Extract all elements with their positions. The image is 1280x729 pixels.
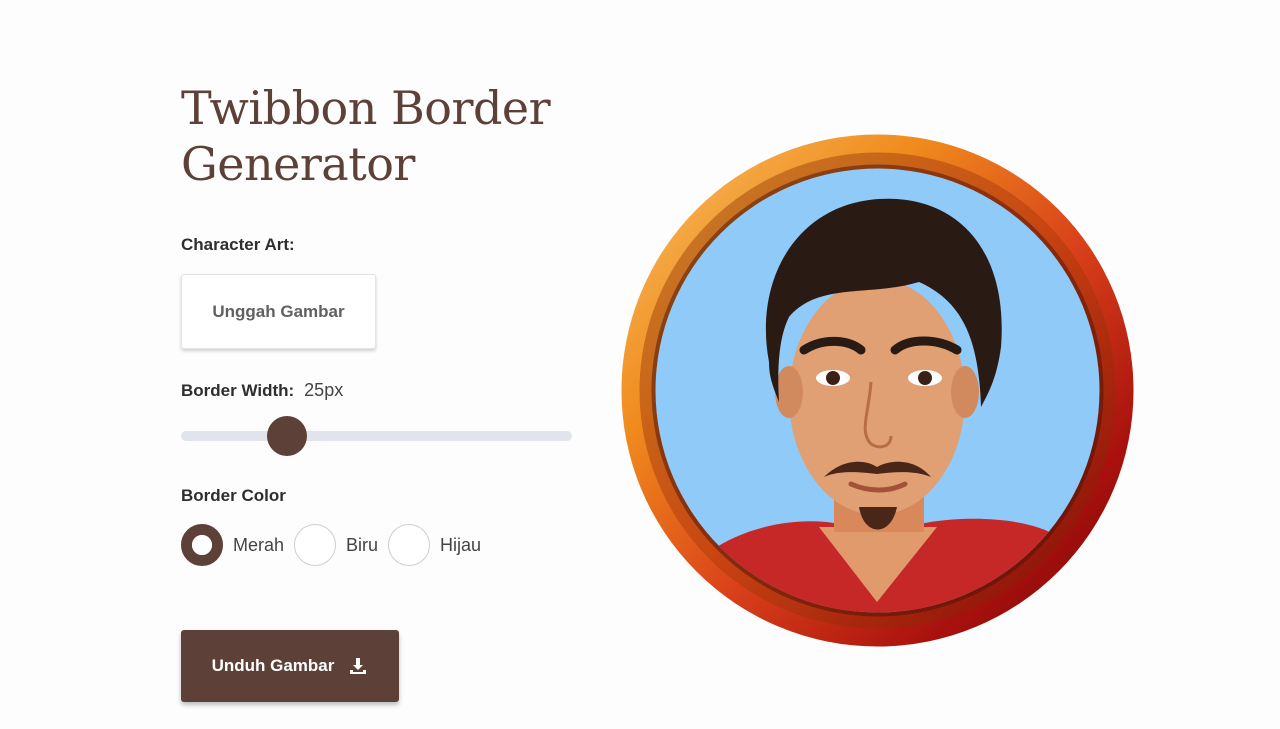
twibbon-preview-canvas [621, 134, 1134, 647]
border-color-options: Merah Biru Hijau [181, 524, 491, 566]
border-width-value: 25px [304, 380, 344, 400]
download-button-label: Unduh Gambar [211, 656, 335, 675]
download-icon [350, 658, 367, 674]
slider-thumb[interactable] [266, 416, 307, 456]
radio-label-hijau: Hijau [440, 534, 482, 555]
color-option-biru[interactable]: Biru [294, 524, 378, 566]
color-option-merah[interactable]: Merah [181, 524, 284, 566]
radio-hijau[interactable] [388, 524, 431, 566]
border-width-row: Border Width: 25px [181, 380, 343, 401]
upload-image-button[interactable]: Unggah Gambar [181, 274, 376, 349]
border-width-slider[interactable] [181, 416, 572, 456]
character-art-label: Character Art: [181, 235, 295, 254]
border-width-label: Border Width: [181, 381, 295, 400]
radio-label-biru: Biru [346, 534, 379, 555]
radio-label-merah: Merah [233, 534, 285, 555]
slider-track[interactable] [181, 431, 572, 441]
radio-merah[interactable] [181, 524, 223, 566]
download-button[interactable]: Unduh Gambar [181, 630, 399, 702]
radio-biru[interactable] [294, 524, 337, 566]
twibbon-preview [619, 132, 1136, 649]
generator-panel: Twibbon Border Generator Character Art: … [181, 80, 581, 702]
color-option-hijau[interactable]: Hijau [388, 524, 481, 566]
border-color-label: Border Color [181, 486, 286, 505]
page-title: Twibbon Border Generator [181, 81, 551, 191]
